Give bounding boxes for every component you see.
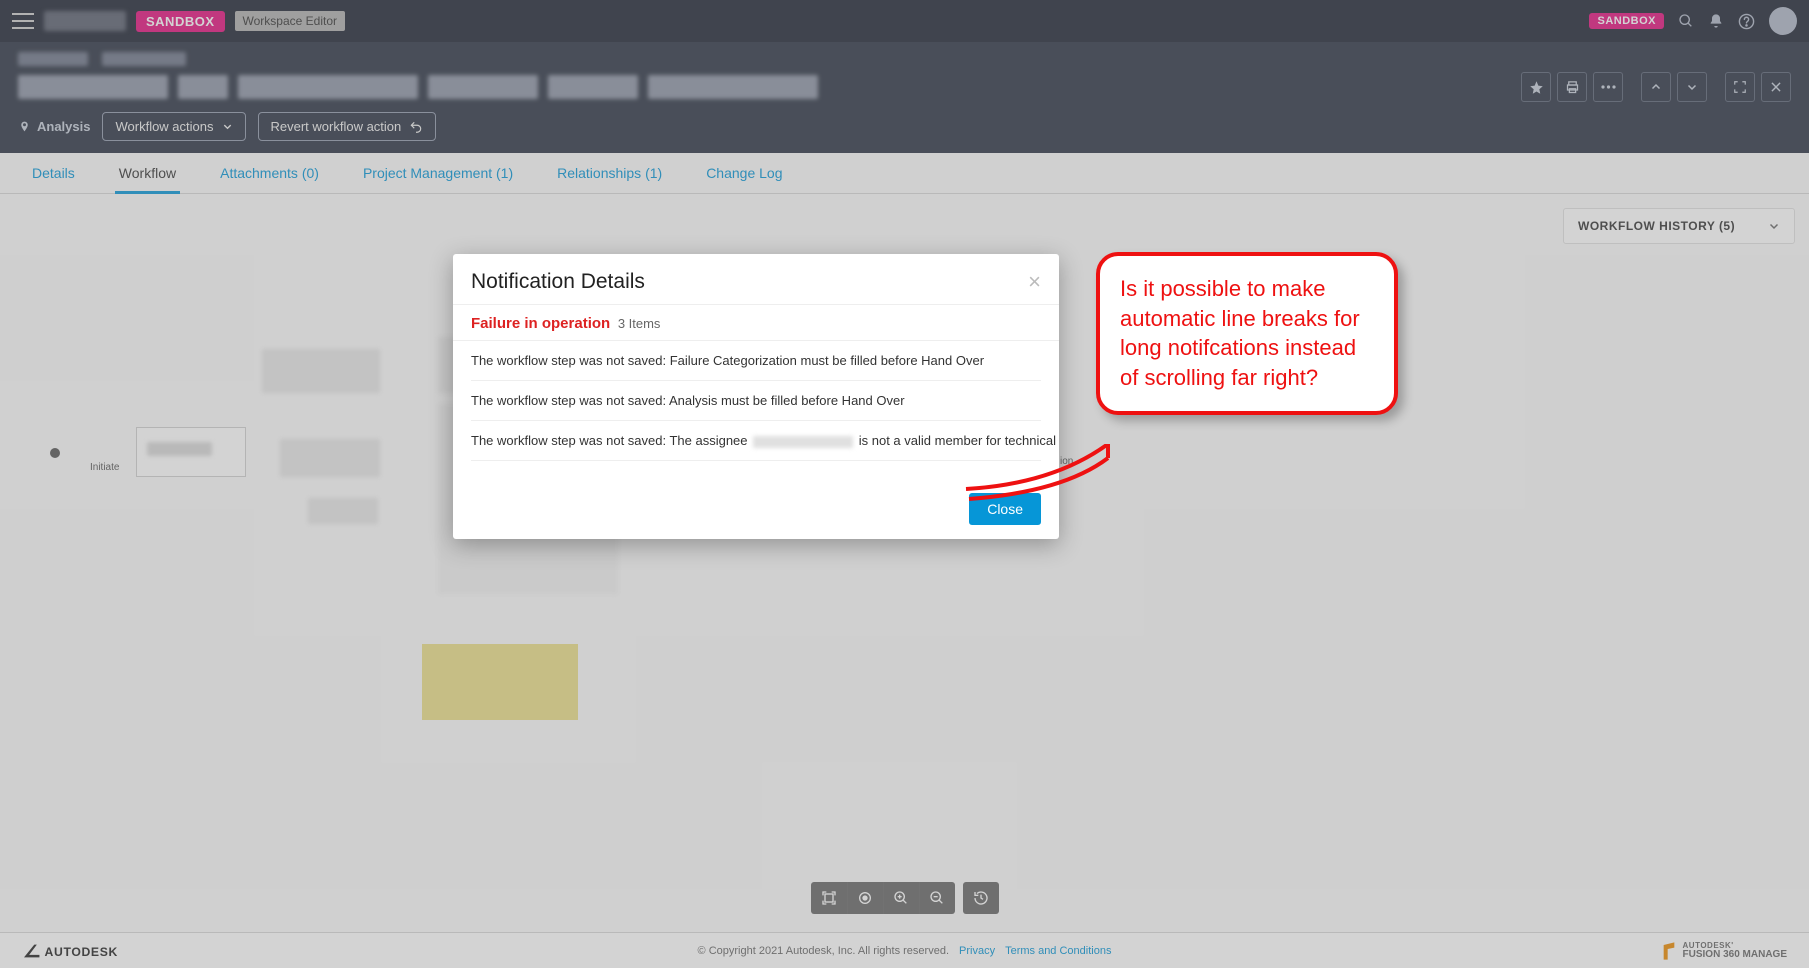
modal-failure-label: Failure in operation: [471, 315, 610, 332]
annotation-callout: Is it possible to make automatic line br…: [1096, 252, 1398, 415]
modal-close-icon[interactable]: ×: [1028, 271, 1041, 293]
notification-row: The workflow step was not saved: The ass…: [471, 421, 1041, 461]
annotation-callout-tail: [963, 444, 1113, 504]
redacted-text: [753, 436, 853, 448]
modal-title: Notification Details: [471, 270, 645, 294]
notification-row: The workflow step was not saved: Analysi…: [471, 381, 1041, 421]
notification-row: The workflow step was not saved: Failure…: [471, 341, 1041, 381]
modal-item-count: 3 Items: [618, 316, 661, 331]
